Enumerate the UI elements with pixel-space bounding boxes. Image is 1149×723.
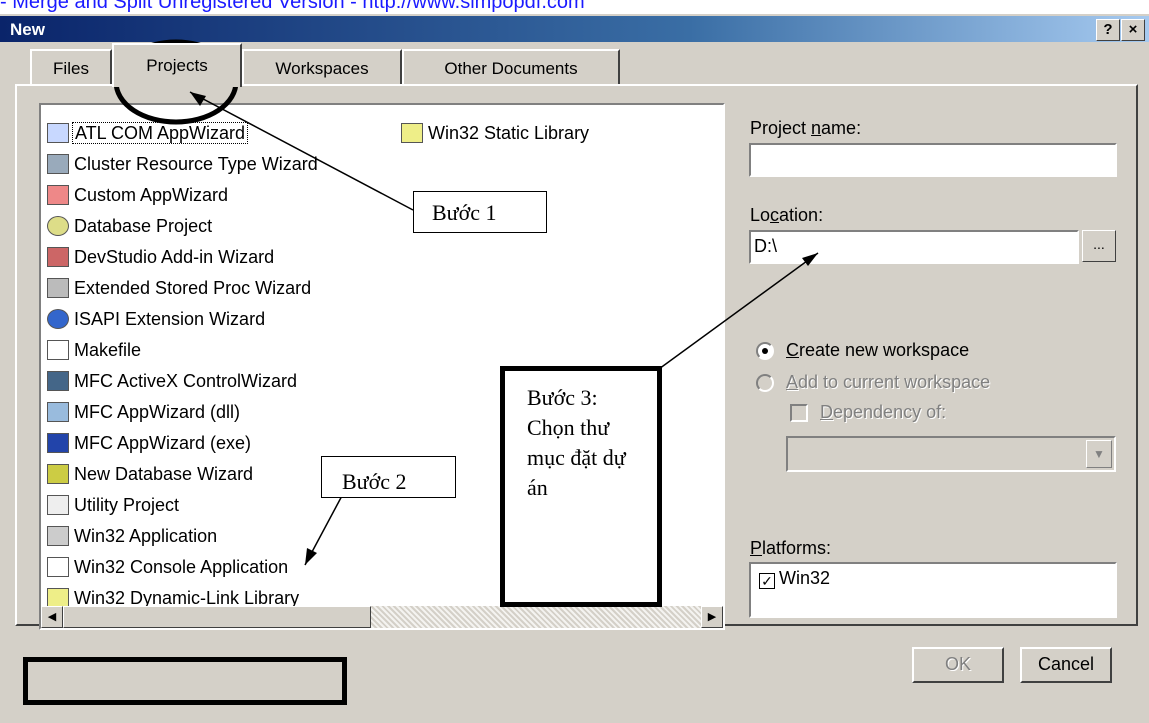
status-highlight-box xyxy=(23,657,347,705)
step1-arrow xyxy=(189,91,414,211)
step1-arrowhead xyxy=(190,92,206,106)
step3-arrowhead xyxy=(802,253,818,266)
step2-note: Bước 2 xyxy=(321,456,456,498)
tab-projects[interactable]: Projects xyxy=(112,43,242,87)
step1-note: Bước 1 xyxy=(413,191,547,233)
step3-arrow xyxy=(636,252,819,386)
step3-note: Bước 3: Chọn thư mục đặt dự án xyxy=(500,366,662,607)
step2-arrowhead xyxy=(305,548,317,565)
annotation-overlay xyxy=(113,39,819,566)
